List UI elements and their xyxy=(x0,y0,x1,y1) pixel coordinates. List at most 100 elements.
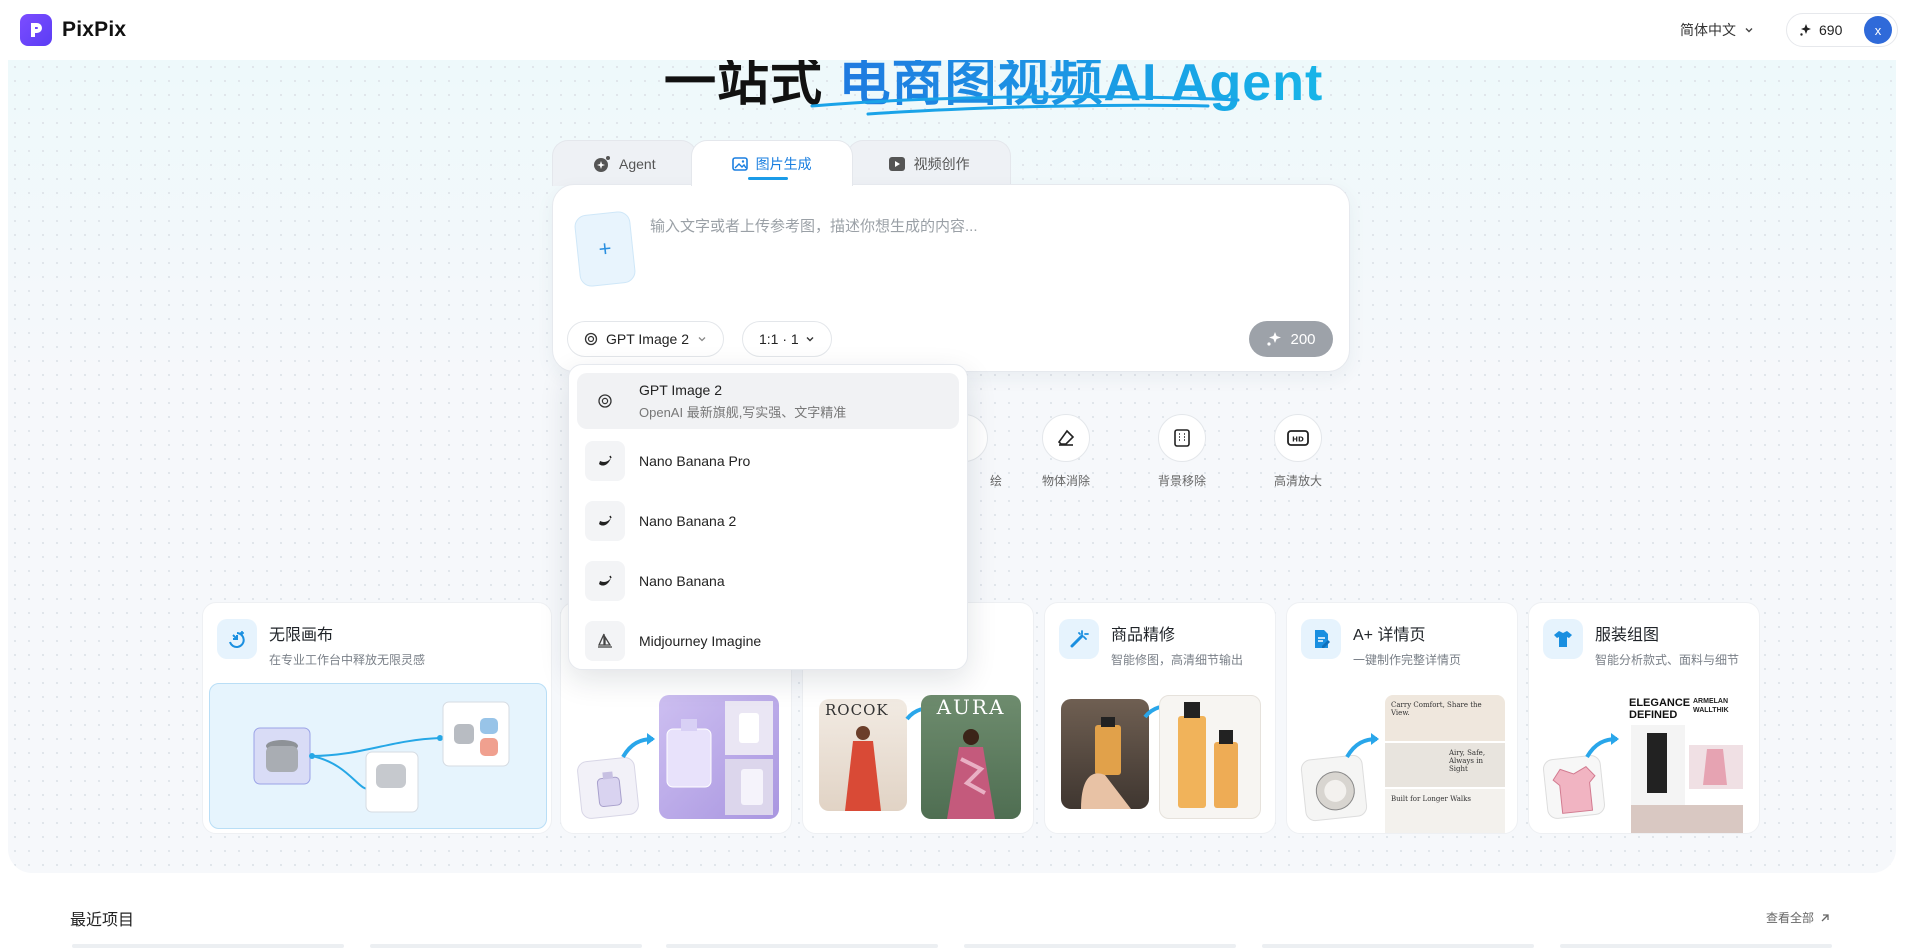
model-option-name: Nano Banana xyxy=(639,573,725,589)
aplus-panel: Built for Longer Walks xyxy=(1385,789,1505,833)
aspect-ratio-selector[interactable]: 1:1 · 1 xyxy=(742,321,832,357)
chevron-down-icon xyxy=(698,337,706,342)
feature-card-infinite-canvas[interactable]: 无限画布 在专业工作台中释放无限灵感 xyxy=(202,602,552,834)
language-label: 简体中文 xyxy=(1680,22,1736,38)
aplus-headline-3: Built for Longer Walks xyxy=(1391,795,1471,803)
brand-name: PixPix xyxy=(62,18,127,41)
feature-card-product-retouch[interactable]: 商品精修 智能修图，高清细节输出 xyxy=(1044,602,1276,834)
recent-project-card[interactable] xyxy=(1560,944,1832,948)
document-edit-icon xyxy=(1301,619,1341,659)
model-option-desc: OpenAI 最新旗舰,写实强、文字精准 xyxy=(639,404,847,420)
aplus-panel: Airy, Safe, Always in Sight xyxy=(1385,743,1505,787)
prompt-card: + 输入文字或者上传参考图，描述你想生成的内容... GPT Image 2 1… xyxy=(552,184,1350,372)
active-tab-indicator xyxy=(747,177,788,180)
card-title: A+ 详情页 xyxy=(1353,627,1426,644)
card-header: 无限画布 在专业工作台中释放无限灵感 xyxy=(217,619,425,668)
sailboat-icon xyxy=(585,621,625,661)
clothing-collage: ELEGANCE DEFINED ARMELAN WALLTHIK xyxy=(1627,695,1747,833)
aplus-detail-collage: Carry Comfort, Share the View. Airy, Saf… xyxy=(1385,695,1505,833)
card-header: 商品精修 智能修图，高清细节输出 xyxy=(1059,619,1243,668)
card-subtitle: 一键制作完整详情页 xyxy=(1353,653,1462,667)
card-title: 服装组图 xyxy=(1595,627,1660,644)
tshirt-icon xyxy=(1543,619,1583,659)
model-option-name: Midjourney Imagine xyxy=(639,633,762,649)
model-option-name: GPT Image 2 xyxy=(639,381,723,398)
tab-image-generation[interactable]: 图片生成 xyxy=(690,140,853,186)
view-all-link[interactable]: 查看全部 xyxy=(1766,909,1830,926)
banana-icon xyxy=(585,501,625,541)
generate-button[interactable]: 200 xyxy=(1249,321,1333,357)
fashion-model-before: ROCOK xyxy=(819,699,907,811)
card-header: A+ 详情页 一键制作完整详情页 xyxy=(1301,619,1461,668)
brand-logo[interactable]: PixPix xyxy=(20,14,126,46)
model-selector[interactable]: GPT Image 2 xyxy=(567,321,725,357)
openai-icon xyxy=(585,381,625,421)
recent-project-card[interactable] xyxy=(370,944,642,948)
user-avatar[interactable]: x xyxy=(1864,16,1892,44)
model-option-gpt-image-2[interactable]: GPT Image 2 OpenAI 最新旗舰,写实强、文字精准 xyxy=(577,373,959,429)
tab-agent[interactable]: Agent xyxy=(552,140,697,186)
avatar-initial: x xyxy=(1874,22,1882,38)
video-play-icon xyxy=(888,156,905,171)
arrow-up-right-icon xyxy=(1821,913,1829,921)
svg-text:HD: HD xyxy=(1292,436,1304,444)
aplus-headline-2: Airy, Safe, Always in Sight xyxy=(1449,749,1486,773)
tool-hd-upscale[interactable]: HD 高清放大 xyxy=(1258,414,1338,489)
card-subtitle: 智能修图，高清细节输出 xyxy=(1111,653,1244,667)
aplus-headline-1: Carry Comfort, Share the View. xyxy=(1391,701,1482,717)
pet-carrier-product xyxy=(1299,753,1369,823)
tool-object-removal[interactable]: 物体消除 xyxy=(1026,414,1106,489)
magic-wand-icon xyxy=(1059,619,1099,659)
mode-tabs: Agent 图片生成 视频创作 xyxy=(552,140,1011,186)
top-header: PixPix 简体中文 690 x xyxy=(0,0,1912,60)
recent-project-card[interactable] xyxy=(1262,944,1534,948)
armelan-headline: ARMELAN WALLTHIK xyxy=(1693,698,1729,714)
plus-icon: + xyxy=(597,235,613,262)
canvas-icon xyxy=(217,619,257,659)
feature-card-aplus-detail[interactable]: A+ 详情页 一键制作完整详情页 Carry Comfort, Share th… xyxy=(1286,602,1518,834)
tool-label: 高清放大 xyxy=(1273,474,1322,488)
model-dropdown: GPT Image 2 OpenAI 最新旗舰,写实强、文字精准 Nano Ba… xyxy=(568,364,968,670)
transform-arrow-icon xyxy=(621,733,655,759)
prompt-input[interactable]: 输入文字或者上传参考图，描述你想生成的内容... xyxy=(650,215,978,236)
chevron-down-icon xyxy=(806,337,814,342)
feature-card-clothing-set[interactable]: 服装组图 智能分析款式、面料与细节 ELEGANCE DEFINED ARMEL… xyxy=(1528,602,1760,834)
transform-arrow-icon xyxy=(1345,733,1379,759)
model-option-nano-banana-pro[interactable]: Nano Banana Pro xyxy=(577,433,959,489)
tab-video-label: 视频创作 xyxy=(913,155,970,172)
model-option-name: Nano Banana Pro xyxy=(639,453,751,469)
recent-project-card[interactable] xyxy=(964,944,1236,948)
sparkle-icon xyxy=(1800,24,1811,36)
generate-cost: 200 xyxy=(1290,330,1316,348)
fashion-model-after: AURA xyxy=(921,695,1021,819)
recent-project-card[interactable] xyxy=(72,944,344,948)
model-option-nano-banana-2[interactable]: Nano Banana 2 xyxy=(577,493,959,549)
card-subtitle: 智能分析款式、面料与细节 xyxy=(1595,653,1740,667)
tab-video-creation[interactable]: 视频创作 xyxy=(846,140,1011,186)
ratio-label: 1:1 · 1 xyxy=(759,331,799,347)
upload-reference-button[interactable]: + xyxy=(573,210,637,288)
model-label: GPT Image 2 xyxy=(606,331,690,347)
model-option-midjourney-imagine[interactable]: Midjourney Imagine xyxy=(577,613,959,669)
rocok-brand-text: ROCOK xyxy=(825,701,889,719)
tab-agent-label: Agent xyxy=(619,155,656,172)
sparkle-agent-icon xyxy=(594,155,610,172)
hd-icon: HD xyxy=(1274,414,1322,462)
language-selector[interactable]: 简体中文 xyxy=(1680,20,1754,40)
tool-background-removal[interactable]: 背景移除 xyxy=(1142,414,1222,489)
recent-projects-title: 最近项目 xyxy=(70,912,135,929)
banana-icon xyxy=(585,561,625,601)
tab-image-label: 图片生成 xyxy=(755,155,812,172)
model-option-name: Nano Banana 2 xyxy=(639,513,737,529)
view-all-label: 查看全部 xyxy=(1766,911,1815,925)
recent-project-card[interactable] xyxy=(666,944,938,948)
openai-icon xyxy=(584,332,598,346)
sparkle-icon xyxy=(1267,332,1282,346)
canvas-workflow-illustration xyxy=(253,701,510,813)
eraser-icon xyxy=(1042,414,1090,462)
transform-arrow-icon xyxy=(1585,733,1619,759)
perfume-product-small xyxy=(576,756,640,820)
title-swoosh-decoration xyxy=(810,95,1240,116)
image-icon xyxy=(731,156,748,171)
model-option-nano-banana[interactable]: Nano Banana xyxy=(577,553,959,609)
